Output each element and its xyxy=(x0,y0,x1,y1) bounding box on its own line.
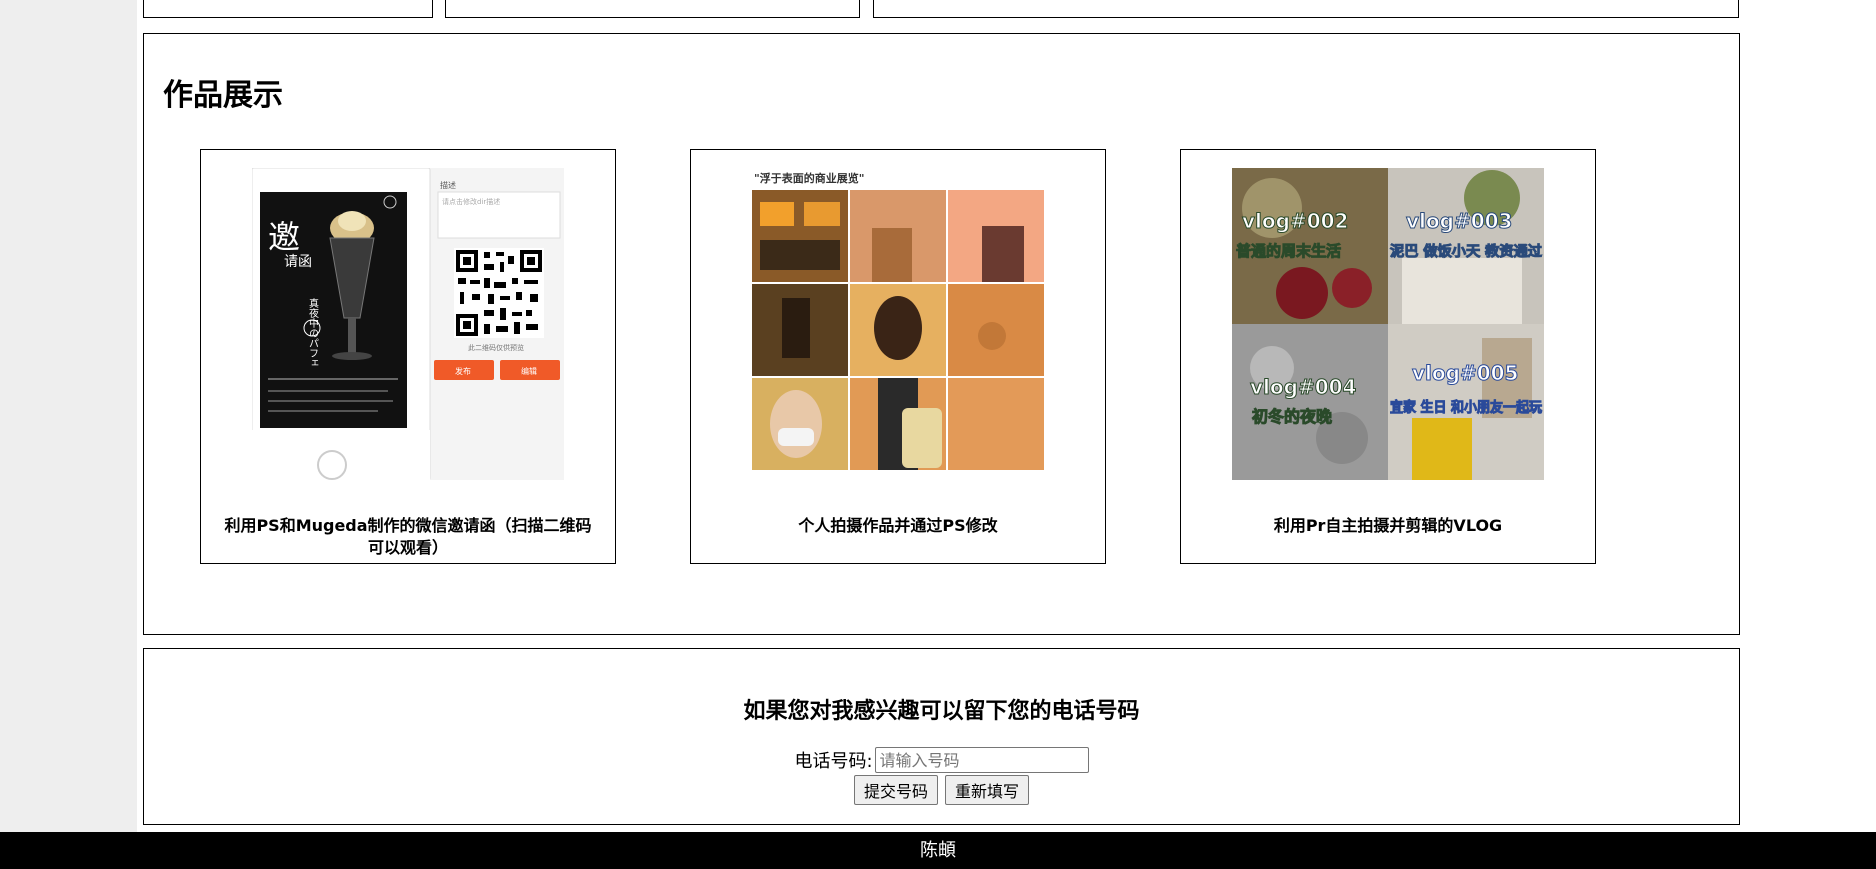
previous-section-box-1 xyxy=(143,0,433,18)
works-section: 作品展示 邀 请函 真夜中のパフェ 描述 请点击修改dir描述 此二维码仅供预览… xyxy=(143,33,1740,635)
panel-label: 描述 xyxy=(440,180,456,190)
previous-section-box-2 xyxy=(445,0,860,18)
invitation-thumbnail: 邀 请函 真夜中のパフェ 描述 请点击修改dir描述 此二维码仅供预览 发布 编… xyxy=(252,168,564,480)
invite-big-char: 邀 xyxy=(268,218,300,256)
photo-grid-title: "浮于表面的商业展览" xyxy=(754,171,864,185)
previous-section-box-3 xyxy=(873,0,1739,18)
vlog-002-title: vlog#002 xyxy=(1242,209,1348,233)
work-card-photography[interactable]: "浮于表面的商业展览" 个人拍摄作品并通过PS修改 xyxy=(690,149,1106,564)
work-card-vlog[interactable]: vlog#002 普通的周末生活 vlog#003 泥巴 做饭小天 教资通过 v… xyxy=(1180,149,1596,564)
qr-code-icon xyxy=(454,248,544,338)
vlog-002-sub: 普通的周末生活 xyxy=(1236,242,1341,260)
vlog-004-sub: 初冬的夜晚 xyxy=(1252,407,1332,426)
submit-phone-button[interactable]: 提交号码 xyxy=(853,775,938,805)
contact-section: 如果您对我感兴趣可以留下您的电话号码 电话号码: 提交号码 重新填写 xyxy=(143,648,1740,825)
reset-button[interactable]: 重新填写 xyxy=(945,775,1030,805)
page-gutter xyxy=(0,0,137,832)
photo-grid-thumbnail: "浮于表面的商业展览" xyxy=(752,168,1044,480)
work-card-invitation[interactable]: 邀 请函 真夜中のパフェ 描述 请点击修改dir描述 此二维码仅供预览 发布 编… xyxy=(200,149,616,564)
phone-label: 电话号码: xyxy=(794,751,873,772)
works-title: 作品展示 xyxy=(163,78,283,113)
work-caption-invitation: 利用PS和Mugeda制作的微信邀请函（扫描二维码可以观看） xyxy=(224,516,592,557)
invite-small-text: 请函 xyxy=(284,254,312,270)
qr-note: 此二维码仅供预览 xyxy=(468,343,524,352)
vlog-005-title: vlog#005 xyxy=(1412,361,1518,385)
work-caption-photography: 个人拍摄作品并通过PS修改 xyxy=(798,516,998,535)
phone-input[interactable] xyxy=(874,747,1089,773)
vlog-thumbnail: vlog#002 普通的周末生活 vlog#003 泥巴 做饭小天 教资通过 v… xyxy=(1232,168,1544,480)
invite-tagline: 真夜中のパフェ xyxy=(307,297,319,368)
vlog-003-sub: 泥巴 做饭小天 教资通过 xyxy=(1390,243,1542,260)
footer: 陈頔 xyxy=(0,832,1876,869)
phone-row: 电话号码: xyxy=(144,747,1739,773)
work-caption-vlog: 利用Pr自主拍摄并剪辑的VLOG xyxy=(1273,516,1503,535)
publish-label: 发布 xyxy=(455,366,471,376)
contact-buttons: 提交号码 重新填写 xyxy=(144,775,1739,805)
edit-label: 编辑 xyxy=(521,366,537,376)
vlog-005-sub: 宜家 生日 和小朋友一起玩 xyxy=(1390,399,1542,416)
panel-placeholder: 请点击修改dir描述 xyxy=(442,197,500,206)
vlog-003-title: vlog#003 xyxy=(1406,209,1512,233)
contact-title: 如果您对我感兴趣可以留下您的电话号码 xyxy=(743,699,1140,724)
vlog-004-title: vlog#004 xyxy=(1250,375,1356,399)
footer-name: 陈頔 xyxy=(920,840,956,861)
